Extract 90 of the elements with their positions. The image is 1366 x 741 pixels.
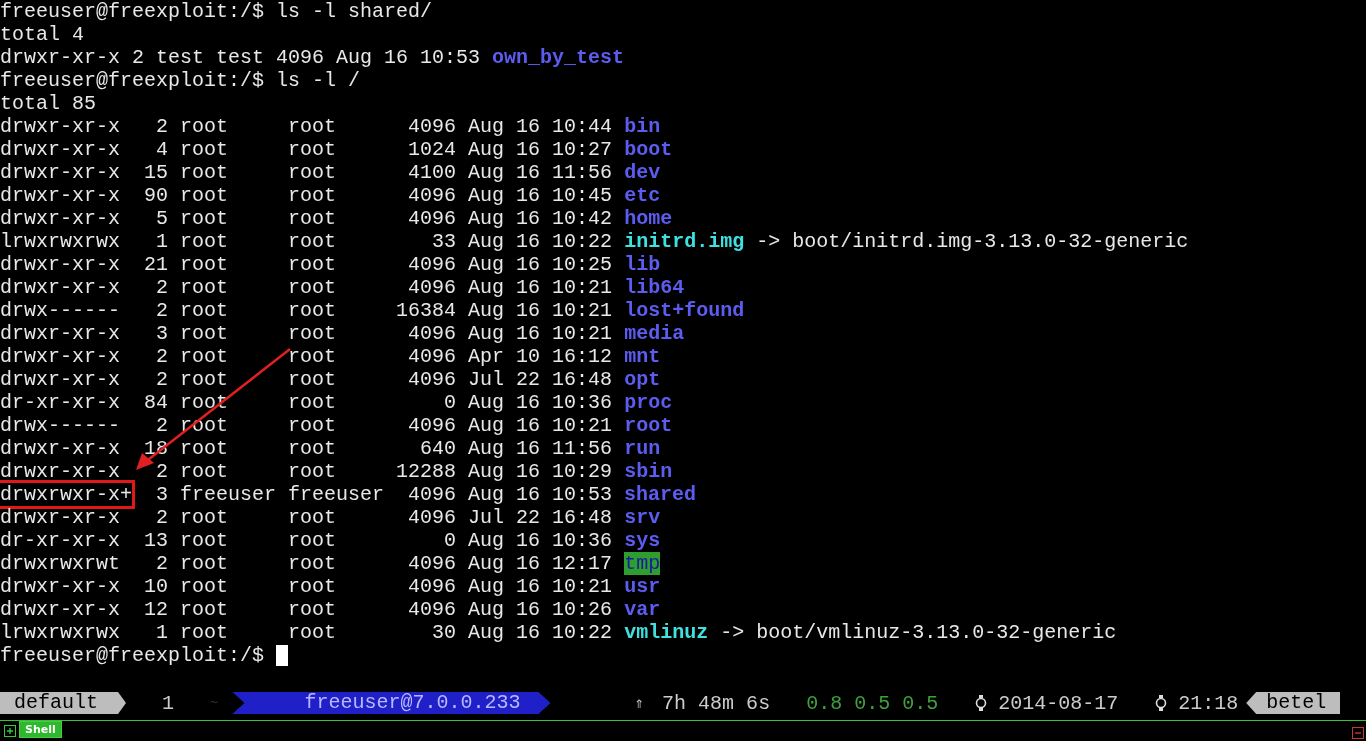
symlink-target: -> boot/initrd.img-3.13.0-32-generic (756, 230, 1189, 253)
permissions: drwxr-xr-x (0, 460, 121, 483)
permissions: drwxr-xr-x (0, 207, 121, 230)
directory-name: sys (624, 529, 661, 552)
watch-icon (974, 694, 989, 712)
permissions: drwxr-xr-x (0, 184, 121, 207)
permissions: drwxr-xr-x (0, 322, 121, 345)
permissions: drwxr-xr-x (0, 506, 121, 529)
file-details: 2 root root 12288 Aug 16 10:29 (155, 460, 613, 483)
file-details: 2 root root 16384 Aug 16 10:21 (155, 299, 613, 322)
file-details: 4 root root 1024 Aug 16 10:27 (155, 138, 613, 161)
new-tab-icon (4, 725, 16, 737)
shell-prompt: freeuser@freexploit:/$ (0, 644, 265, 667)
host-label: freeuser@7.0.0.233 (232, 692, 551, 714)
file-details: 2 root root 4096 Aug 16 10:21 (155, 276, 613, 299)
directory-name: usr (624, 575, 661, 598)
permissions: drwx------ (0, 414, 121, 437)
session-name: default (0, 692, 126, 714)
load-average: 0.8 0.5 0.5 (806, 691, 939, 715)
directory-name: tmp (624, 552, 661, 575)
permissions: drwxr-xr-x (0, 46, 121, 69)
directory-name: lib64 (624, 276, 685, 299)
directory-name: root (624, 414, 673, 437)
directory-name: bin (624, 115, 661, 138)
directory-name: proc (624, 391, 673, 414)
file-details: 21 root root 4096 Aug 16 10:25 (143, 253, 613, 276)
directory-name: srv (624, 506, 661, 529)
file-details: 1 root root 33 Aug 16 10:22 (155, 230, 613, 253)
close-icon (1352, 727, 1364, 739)
permissions: drwxr-xr-x (0, 138, 121, 161)
directory-name: sbin (624, 460, 673, 483)
permissions: drwxr-xr-x (0, 253, 121, 276)
file-details: 12 root root 4096 Aug 16 10:26 (143, 598, 613, 621)
terminal-text: total 85 (0, 92, 96, 115)
file-details: 2 root root 4096 Aug 16 12:17 (155, 552, 613, 575)
permissions: dr-xr-xr-x (0, 529, 121, 552)
terminal-text: freeuser@freexploit:/$ ls -l / (0, 69, 361, 92)
symlink-name: initrd.img (624, 230, 745, 253)
directory-name: etc (624, 184, 661, 207)
file-details: 2 root root 4096 Jul 22 16:48 (155, 368, 613, 391)
directory-name: var (624, 598, 661, 621)
file-details: 2 root root 4096 Aug 16 10:44 (155, 115, 613, 138)
directory-name: own_by_test (492, 46, 625, 69)
file-details: 10 root root 4096 Aug 16 10:21 (143, 575, 613, 598)
file-details: 90 root root 4096 Aug 16 10:45 (143, 184, 613, 207)
permissions: drwxr-xr-x (0, 115, 121, 138)
directory-name: dev (624, 161, 661, 184)
directory-name: shared (624, 483, 697, 506)
file-details: 2 root root 4096 Apr 10 16:12 (155, 345, 613, 368)
permissions: drwxr-xr-x (0, 437, 121, 460)
date-text: 2014-08-17 (998, 691, 1119, 715)
window-index[interactable]: 1 (162, 691, 174, 715)
file-details: 1 root root 30 Aug 16 10:22 (155, 621, 613, 644)
permissions: drwxr-xr-x (0, 161, 121, 184)
directory-name: run (624, 437, 661, 460)
file-details: 3 root root 4096 Aug 16 10:21 (155, 322, 613, 345)
uptime-icon: ⇑ (634, 693, 645, 713)
permissions: drwxr-xr-x (0, 345, 121, 368)
permissions: drwxrwxr-x+ (0, 483, 133, 506)
permissions: drwxr-xr-x (0, 598, 121, 621)
permissions: drwx------ (0, 299, 121, 322)
permissions: drwxr-xr-x (0, 276, 121, 299)
symlink-target: -> boot/vmlinuz-3.13.0-32-generic (720, 621, 1117, 644)
file-details: 5 root root 4096 Aug 16 10:42 (155, 207, 613, 230)
directory-name: lost+found (624, 299, 745, 322)
permissions: dr-xr-xr-x (0, 391, 121, 414)
permissions: lrwxrwxrwx (0, 621, 121, 644)
directory-name: opt (624, 368, 661, 391)
permissions: drwxr-xr-x (0, 368, 121, 391)
file-details: 15 root root 4100 Aug 16 11:56 (143, 161, 613, 184)
watch-icon (1154, 694, 1169, 712)
file-details: 2 test test 4096 Aug 16 10:53 (131, 46, 481, 69)
directory-name: lib (624, 253, 661, 276)
permissions: lrwxrwxrwx (0, 230, 121, 253)
uptime-text: 7h 48m 6s (662, 691, 771, 715)
permissions: drwxrwxrwt (0, 552, 121, 575)
time-text: 21:18 (1178, 691, 1239, 715)
directory-name: home (624, 207, 673, 230)
directory-name: boot (624, 138, 673, 161)
file-details: 13 root root 0 Aug 16 10:36 (143, 529, 613, 552)
symlink-name: vmlinuz (624, 621, 709, 644)
permissions: drwxr-xr-x (0, 575, 121, 598)
directory-name: mnt (624, 345, 661, 368)
hostname-label: betel (1246, 692, 1341, 714)
file-details: 2 root root 4096 Jul 22 16:48 (155, 506, 613, 529)
window-label: ~ (210, 695, 219, 711)
terminal-text: freeuser@freexploit:/$ ls -l shared/ (0, 0, 433, 23)
file-details: 3 freeuser freeuser 4096 Aug 16 10:53 (155, 483, 613, 506)
terminal-text: total 4 (0, 23, 84, 46)
directory-name: media (624, 322, 685, 345)
